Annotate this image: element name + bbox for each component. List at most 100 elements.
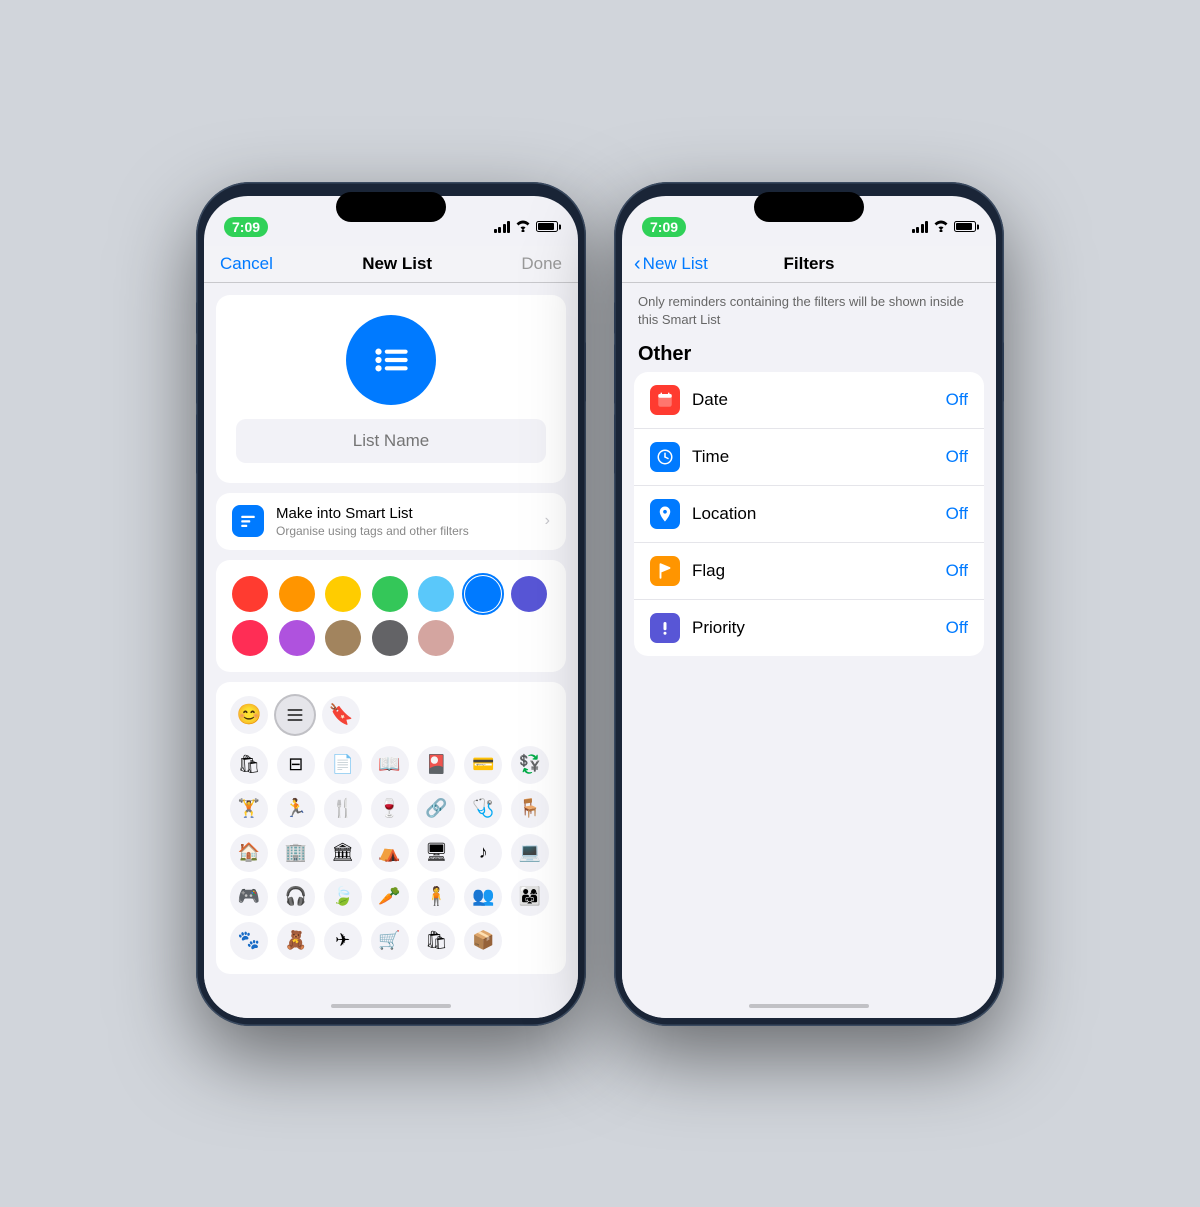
- home-indicator-right: [749, 1004, 869, 1008]
- icon-building[interactable]: 🏢: [277, 834, 315, 872]
- smart-list-icon: [232, 505, 264, 537]
- wifi-icon-right: [933, 219, 949, 235]
- time-filter-icon: [650, 442, 680, 472]
- icon-leaf[interactable]: 🍃: [324, 878, 362, 916]
- icon-tab-emoji[interactable]: 😊: [230, 696, 268, 734]
- icon-shopping[interactable]: 🛍: [417, 922, 455, 960]
- status-icons-right: [912, 219, 977, 235]
- home-indicator: [331, 1004, 451, 1008]
- cancel-button[interactable]: Cancel: [220, 254, 273, 274]
- list-icon[interactable]: [346, 315, 436, 405]
- done-button[interactable]: Done: [521, 254, 562, 274]
- color-green[interactable]: [372, 576, 408, 612]
- color-yellow[interactable]: [325, 576, 361, 612]
- battery-icon: [536, 221, 558, 232]
- icon-card2[interactable]: 💳: [464, 746, 502, 784]
- signal-icon: [494, 221, 511, 233]
- icon-bear[interactable]: 🧸: [277, 922, 315, 960]
- status-time: 7:09: [224, 217, 268, 237]
- color-picker: [216, 560, 566, 672]
- list-svg-icon: [366, 335, 416, 385]
- icon-tab-list[interactable]: [276, 696, 314, 734]
- icon-cart[interactable]: 🛒: [371, 922, 409, 960]
- location-filter-value: Off: [946, 504, 968, 524]
- list-name-input[interactable]: [236, 419, 546, 463]
- nav-title: New List: [362, 254, 432, 274]
- flag-filter-value: Off: [946, 561, 968, 581]
- back-label: New List: [643, 254, 708, 274]
- icon-family[interactable]: 👨‍👩‍👧: [511, 878, 549, 916]
- color-red[interactable]: [232, 576, 268, 612]
- dynamic-island-right: [754, 192, 864, 222]
- priority-icon: [656, 619, 674, 637]
- color-brown[interactable]: [325, 620, 361, 656]
- icon-picker: 😊 🔖 🛍 ⊟ 📄 📖 🎴 💳 💱 🏋: [216, 682, 566, 974]
- icon-link[interactable]: 🔗: [417, 790, 455, 828]
- smart-list-title: Make into Smart List: [276, 505, 533, 522]
- icon-laptop[interactable]: 💻: [511, 834, 549, 872]
- icon-lines[interactable]: ⊟: [277, 746, 315, 784]
- icon-medical[interactable]: 🩺: [464, 790, 502, 828]
- icon-doc[interactable]: 📄: [324, 746, 362, 784]
- flag-filter-name: Flag: [692, 561, 934, 581]
- color-light-blue[interactable]: [418, 576, 454, 612]
- icon-fork[interactable]: 🍴: [324, 790, 362, 828]
- icon-monitor[interactable]: 🖥: [417, 834, 455, 872]
- flag-filter-icon: [650, 556, 680, 586]
- date-filter-value: Off: [946, 390, 968, 410]
- right-phone: 7:09 ‹: [614, 182, 1004, 1026]
- color-medium-purple[interactable]: [279, 620, 315, 656]
- icon-plane[interactable]: ✈: [324, 922, 362, 960]
- icon-headphones[interactable]: 🎧: [277, 878, 315, 916]
- icon-person[interactable]: 🧍: [417, 878, 455, 916]
- color-rose[interactable]: [418, 620, 454, 656]
- dynamic-island: [336, 192, 446, 222]
- filter-date-row[interactable]: Date Off: [634, 372, 984, 429]
- icon-tent[interactable]: ⛺: [371, 834, 409, 872]
- color-gray[interactable]: [372, 620, 408, 656]
- icon-area: [216, 295, 566, 483]
- smart-list-svg: [239, 512, 257, 530]
- smart-list-text: Make into Smart List Organise using tags…: [276, 505, 533, 538]
- icon-music[interactable]: ♪: [464, 834, 502, 872]
- icon-people[interactable]: 👥: [464, 878, 502, 916]
- filter-time-row[interactable]: Time Off: [634, 429, 984, 486]
- filters-section-title: Other: [622, 335, 996, 372]
- filter-location-row[interactable]: Location Off: [634, 486, 984, 543]
- icon-home[interactable]: 🏠: [230, 834, 268, 872]
- icon-run[interactable]: 🏃: [277, 790, 315, 828]
- status-time-right: 7:09: [642, 217, 686, 237]
- icon-gamepad[interactable]: 🎮: [230, 878, 268, 916]
- icon-carrot[interactable]: 🥕: [371, 878, 409, 916]
- filters-screen: ‹ New List Filters Only reminders contai…: [622, 246, 996, 1018]
- color-blue[interactable]: [465, 576, 501, 612]
- icon-wine[interactable]: 🍷: [371, 790, 409, 828]
- smart-list-row[interactable]: Make into Smart List Organise using tags…: [216, 493, 566, 550]
- date-filter-name: Date: [692, 390, 934, 410]
- filter-priority-row[interactable]: Priority Off: [634, 600, 984, 656]
- icon-paw[interactable]: 🐾: [230, 922, 268, 960]
- filter-flag-row[interactable]: Flag Off: [634, 543, 984, 600]
- icon-card1[interactable]: 🎴: [417, 746, 455, 784]
- nav-bar: Cancel New List Done: [204, 246, 578, 283]
- flag-icon: [656, 562, 674, 580]
- priority-filter-name: Priority: [692, 618, 934, 638]
- icon-museum[interactable]: 🏛: [324, 834, 362, 872]
- clock-icon: [656, 448, 674, 466]
- color-purple[interactable]: [511, 576, 547, 612]
- icon-bag[interactable]: 🛍: [230, 746, 268, 784]
- icon-exchange[interactable]: 💱: [511, 746, 549, 784]
- location-filter-icon: [650, 499, 680, 529]
- signal-icon-right: [912, 221, 929, 233]
- icon-tabs: 😊 🔖: [230, 696, 552, 734]
- time-filter-value: Off: [946, 447, 968, 467]
- icon-gym[interactable]: 🏋: [230, 790, 268, 828]
- icon-book[interactable]: 📖: [371, 746, 409, 784]
- smart-list-subtitle: Organise using tags and other filters: [276, 524, 533, 538]
- icon-chair[interactable]: 🪑: [511, 790, 549, 828]
- icon-box[interactable]: 📦: [464, 922, 502, 960]
- color-orange[interactable]: [279, 576, 315, 612]
- icon-tab-bookmark[interactable]: 🔖: [322, 696, 360, 734]
- color-pink[interactable]: [232, 620, 268, 656]
- back-button[interactable]: ‹ New List: [634, 254, 708, 274]
